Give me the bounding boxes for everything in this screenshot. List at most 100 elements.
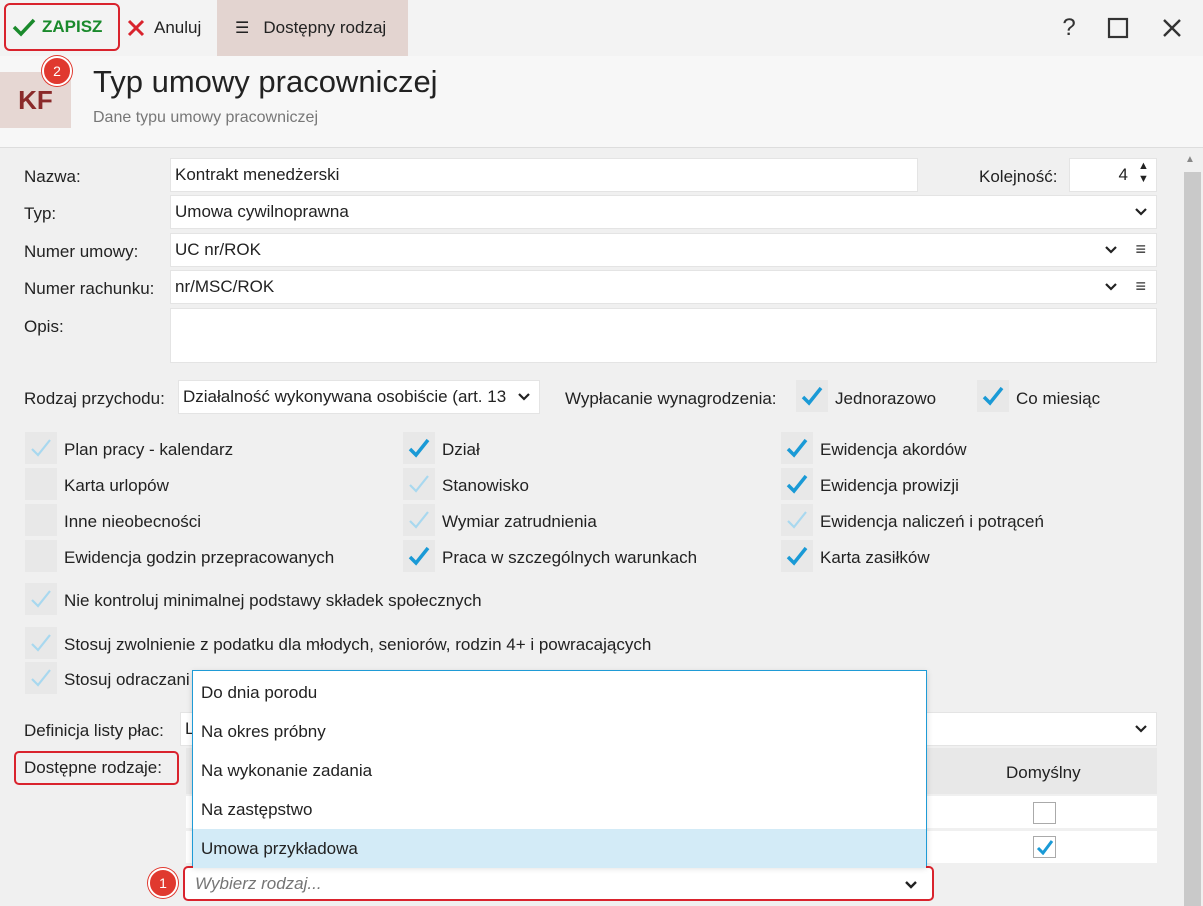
check-icon xyxy=(786,438,808,458)
help-icon: ? xyxy=(1062,14,1076,41)
numer-rachunku-label: Numer rachunku: xyxy=(24,279,155,298)
dostepny-rodzaj-button[interactable]: ☰ Dostępny rodzaj xyxy=(217,0,408,56)
check-icon xyxy=(1036,840,1053,855)
numer-rachunku-value: nr/MSC/ROK xyxy=(175,277,275,296)
close-x-icon xyxy=(127,19,145,37)
option-label: Inne nieobecności xyxy=(64,512,202,531)
option-checkbox[interactable] xyxy=(781,540,813,572)
cancel-button[interactable]: Anuluj xyxy=(124,0,216,56)
chevron-down-icon xyxy=(1135,208,1147,216)
option-label: Stosuj zwolnienie z podatku dla młodych,… xyxy=(64,635,652,654)
check-icon xyxy=(31,439,51,457)
save-label: ZAPISZ xyxy=(42,17,103,36)
chevron-down-icon xyxy=(1105,246,1117,254)
check-icon xyxy=(408,438,430,458)
step-badge-1: 1 xyxy=(148,868,178,898)
typ-label: Typ: xyxy=(24,204,57,223)
check-icon xyxy=(409,511,429,529)
nazwa-input[interactable]: Kontrakt menedżerski xyxy=(170,158,918,192)
menu-icon[interactable]: ≡ xyxy=(1135,276,1146,297)
option-checkbox[interactable] xyxy=(403,540,435,572)
option-label: Stanowisko xyxy=(442,476,529,495)
check-icon xyxy=(786,546,808,566)
option-checkbox[interactable] xyxy=(25,627,57,659)
option-checkbox[interactable] xyxy=(403,432,435,464)
close-button[interactable] xyxy=(1158,14,1186,42)
jednorazowo-checkbox[interactable] xyxy=(796,380,828,412)
option-checkbox[interactable] xyxy=(781,468,813,500)
save-button[interactable]: ZAPISZ xyxy=(4,3,120,51)
chevron-down-icon xyxy=(1135,725,1147,733)
menu-icon[interactable]: ≡ xyxy=(1135,239,1146,260)
numer-umowy-value: UC nr/ROK xyxy=(175,240,261,259)
co-miesiac-label: Co miesiąc xyxy=(1016,389,1101,408)
option-checkbox[interactable] xyxy=(25,583,57,615)
co-miesiac-checkbox[interactable] xyxy=(977,380,1009,412)
dropdown-option[interactable]: Na wykonanie zadania xyxy=(193,751,926,790)
option-label: Wymiar zatrudnienia xyxy=(442,512,597,531)
kolejnosc-value: 4 xyxy=(1118,165,1128,184)
option-checkbox[interactable] xyxy=(781,504,813,536)
numer-rachunku-select[interactable]: nr/MSC/ROK ≡ xyxy=(170,270,1157,304)
option-label: Karta urlopów xyxy=(64,476,169,495)
dropdown-option[interactable]: Do dnia porodu xyxy=(193,673,926,712)
opis-label: Opis: xyxy=(24,317,64,336)
step-badge-2: 2 xyxy=(42,56,72,86)
dostepne-rodzaje-label: Dostępne rodzaje: xyxy=(24,758,162,777)
chevron-down-icon[interactable] xyxy=(904,878,918,892)
hamburger-icon: ☰ xyxy=(235,20,250,37)
option-checkbox[interactable] xyxy=(781,432,813,464)
check-icon xyxy=(12,18,36,37)
wybierz-rodzaj-highlight[interactable] xyxy=(183,866,934,901)
option-checkbox[interactable] xyxy=(403,468,435,500)
stepper-arrows-icon[interactable]: ▲ ▼ xyxy=(1138,160,1149,186)
typ-value: Umowa cywilnoprawna xyxy=(175,202,349,221)
option-label: Ewidencja prowizji xyxy=(820,476,959,495)
check-icon xyxy=(786,474,808,494)
wybierz-rodzaj-input[interactable] xyxy=(193,873,883,895)
dropdown-option[interactable]: Na okres próbny xyxy=(193,712,926,751)
check-icon xyxy=(408,546,430,566)
definicja-label: Definicja listy płac: xyxy=(24,721,164,740)
option-label: Praca w szczególnych warunkach xyxy=(442,548,698,567)
dostepny-label: Dostępny rodzaj xyxy=(263,18,387,37)
option-checkbox[interactable] xyxy=(25,432,57,464)
check-icon xyxy=(31,669,51,687)
option-label: Ewidencja akordów xyxy=(820,440,967,459)
option-label: Stosuj odraczani xyxy=(64,670,190,689)
option-label: Ewidencja naliczeń i potrąceń xyxy=(820,512,1044,531)
check-icon xyxy=(409,475,429,493)
option-checkbox[interactable] xyxy=(25,504,57,536)
rodzaj-dropdown-list: Do dnia porodu Na okres próbny Na wykonani… xyxy=(192,670,927,868)
opis-textarea[interactable] xyxy=(170,308,1157,363)
close-icon xyxy=(1163,19,1181,37)
chevron-down-icon xyxy=(518,393,530,401)
maximize-button[interactable] xyxy=(1104,14,1132,42)
option-checkbox[interactable] xyxy=(403,504,435,536)
check-icon xyxy=(801,386,823,406)
option-checkbox[interactable] xyxy=(25,468,57,500)
dropdown-option[interactable]: Umowa przykładowa xyxy=(193,829,926,868)
option-label: Dział xyxy=(442,440,480,459)
scroll-up-icon[interactable]: ▲ xyxy=(1185,154,1195,165)
jednorazowo-label: Jednorazowo xyxy=(835,389,937,408)
rodzaj-przychodu-select[interactable]: Działalność wykonywana osobiście (art. 1… xyxy=(178,380,540,414)
numer-umowy-label: Numer umowy: xyxy=(24,242,139,261)
option-label: Plan pracy - kalendarz xyxy=(64,440,234,459)
cancel-label: Anuluj xyxy=(154,18,202,37)
dropdown-option[interactable]: Na zastępstwo xyxy=(193,790,926,829)
typ-select[interactable]: Umowa cywilnoprawna xyxy=(170,195,1157,229)
option-checkbox[interactable] xyxy=(25,540,57,572)
page-subtitle: Dane typu umowy pracowniczej xyxy=(93,109,318,126)
scrollbar-thumb[interactable] xyxy=(1184,172,1201,906)
check-icon xyxy=(982,386,1004,406)
domyslny-checkbox[interactable] xyxy=(1033,836,1056,858)
option-label: Nie kontroluj minimalnej podstawy składe… xyxy=(64,591,482,610)
kolejnosc-label: Kolejność: xyxy=(979,167,1058,186)
dostepne-rodzaje-highlight: Dostępne rodzaje: xyxy=(14,751,179,785)
domyslny-checkbox[interactable] xyxy=(1033,802,1056,824)
numer-umowy-select[interactable]: UC nr/ROK ≡ xyxy=(170,233,1157,267)
help-button[interactable]: ? xyxy=(1055,14,1083,42)
check-icon xyxy=(31,634,51,652)
option-checkbox[interactable] xyxy=(25,662,57,694)
